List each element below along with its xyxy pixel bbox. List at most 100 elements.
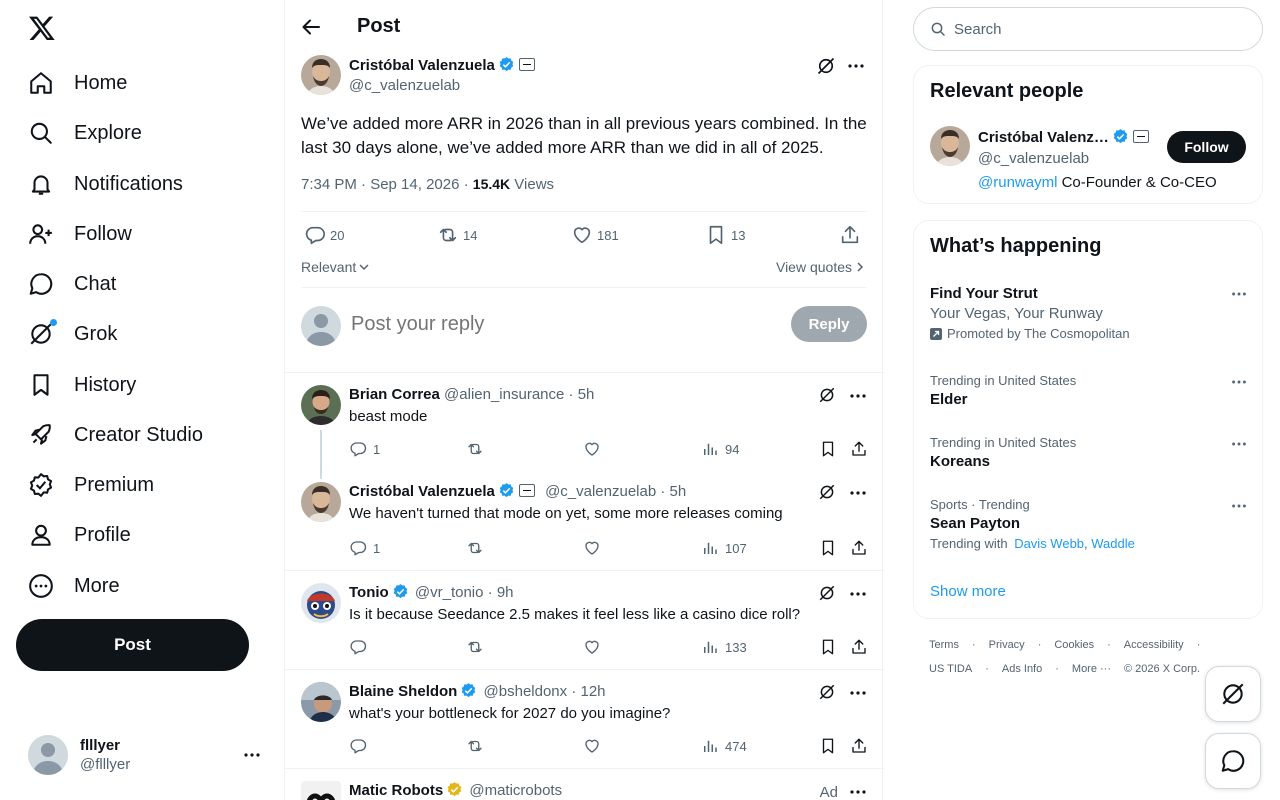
reply-action[interactable] bbox=[349, 638, 373, 656]
reply-action[interactable]: 1 bbox=[349, 440, 380, 458]
trend-item[interactable]: Sports · Trending Sean Payton Trending w… bbox=[930, 497, 1248, 551]
promoted-trend[interactable]: Find Your Strut Your Vegas, Your Runway … bbox=[930, 285, 1248, 341]
view-quotes-link[interactable]: View quotes bbox=[776, 259, 866, 275]
share-action[interactable] bbox=[839, 224, 865, 246]
reply-item[interactable]: Cristóbal Valenzuela @c_valenzuelab · 5h… bbox=[285, 482, 884, 570]
like-action[interactable]: 181 bbox=[571, 224, 619, 246]
reply-author-handle[interactable]: @maticrobots bbox=[469, 782, 562, 799]
reply-time[interactable]: · 9h bbox=[488, 584, 514, 601]
reply-author-handle[interactable]: @bsheldonx bbox=[484, 683, 568, 700]
more-dots-icon[interactable] bbox=[848, 683, 868, 703]
trend-item[interactable]: Trending in United States Elder bbox=[930, 373, 1248, 408]
nav-creator-studio[interactable]: Creator Studio bbox=[28, 415, 203, 455]
search-input[interactable] bbox=[954, 20, 1234, 38]
reply-item[interactable]: Brian Correa @alien_insurance · 5h beast… bbox=[285, 385, 884, 479]
reply-item[interactable]: Blaine Sheldon @bsheldonx · 12h what's y… bbox=[285, 682, 884, 768]
grok-icon[interactable] bbox=[818, 483, 838, 503]
nav-profile[interactable]: Profile bbox=[28, 515, 131, 555]
avatar[interactable] bbox=[301, 385, 341, 425]
share-action[interactable] bbox=[850, 440, 874, 458]
avatar[interactable] bbox=[301, 583, 341, 623]
views-action[interactable]: 133 bbox=[701, 638, 747, 656]
show-more-link[interactable]: Show more bbox=[930, 583, 1006, 600]
bookmark-action[interactable] bbox=[819, 440, 843, 458]
ad-item[interactable]: Matic Robots @maticrobots Ad bbox=[285, 781, 884, 800]
views-action[interactable]: 474 bbox=[701, 737, 747, 755]
reply-time[interactable]: · 12h bbox=[571, 683, 605, 700]
trend-link[interactable]: Waddle bbox=[1091, 536, 1135, 551]
reply-author-name[interactable]: Blaine Sheldon bbox=[349, 683, 457, 700]
views-action[interactable]: 94 bbox=[701, 440, 739, 458]
repost-action[interactable] bbox=[466, 737, 490, 755]
account-switcher[interactable]: flllyer @flllyer bbox=[28, 735, 268, 775]
nav-grok[interactable]: Grok bbox=[28, 314, 117, 354]
reply-item[interactable]: Tonio @vr_tonio · 9h Is it because Seeda… bbox=[285, 583, 884, 669]
reply-sort-dropdown[interactable]: Relevant bbox=[301, 259, 370, 275]
reply-time[interactable]: · 5h bbox=[660, 483, 686, 500]
reply-author-handle[interactable]: @alien_insurance bbox=[444, 386, 564, 403]
person-name[interactable]: Cristóbal Valenz… bbox=[978, 129, 1109, 146]
back-arrow-icon[interactable] bbox=[301, 17, 321, 37]
follow-button[interactable]: Follow bbox=[1167, 131, 1246, 163]
grok-icon[interactable] bbox=[818, 584, 838, 604]
more-dots-icon[interactable] bbox=[848, 782, 868, 800]
like-action[interactable] bbox=[583, 737, 607, 755]
bookmark-action[interactable] bbox=[819, 638, 843, 656]
reply-action[interactable]: 20 bbox=[304, 224, 344, 246]
footer-link[interactable]: Accessibility bbox=[1124, 639, 1184, 651]
more-dots-icon[interactable] bbox=[242, 745, 262, 765]
avatar[interactable] bbox=[301, 482, 341, 522]
more-dots-icon[interactable] bbox=[1230, 497, 1248, 515]
repost-action[interactable] bbox=[466, 440, 490, 458]
reply-author-name[interactable]: Tonio bbox=[349, 584, 389, 601]
share-action[interactable] bbox=[850, 737, 874, 755]
reply-time[interactable]: · 5h bbox=[569, 386, 595, 403]
repost-action[interactable] bbox=[466, 539, 490, 557]
avatar[interactable] bbox=[930, 126, 970, 166]
post-timestamp[interactable]: 7:34 PM · Sep 14, 2026 · bbox=[301, 176, 473, 193]
trend-item[interactable]: Trending in United States Koreans bbox=[930, 435, 1248, 470]
footer-link[interactable]: Terms bbox=[929, 639, 959, 651]
footer-link[interactable]: Ads Info bbox=[1002, 663, 1042, 675]
author-avatar[interactable] bbox=[301, 55, 341, 95]
footer-link[interactable]: Cookies bbox=[1054, 639, 1094, 651]
more-dots-icon[interactable] bbox=[846, 56, 866, 76]
like-action[interactable] bbox=[583, 539, 607, 557]
nav-notifications[interactable]: Notifications bbox=[28, 164, 183, 204]
reply-author-name[interactable]: Brian Correa bbox=[349, 386, 440, 403]
bookmark-action[interactable] bbox=[819, 539, 843, 557]
avatar[interactable] bbox=[301, 781, 341, 800]
footer-link[interactable]: More ··· bbox=[1072, 663, 1111, 675]
reply-author-handle[interactable]: @c_valenzuelab bbox=[545, 483, 656, 500]
x-logo-icon[interactable] bbox=[28, 14, 56, 42]
search-bar[interactable] bbox=[913, 7, 1263, 51]
bookmark-action[interactable]: 13 bbox=[705, 224, 745, 246]
bio-link[interactable]: @runwayml bbox=[978, 174, 1057, 191]
avatar[interactable] bbox=[301, 682, 341, 722]
like-action[interactable] bbox=[583, 638, 607, 656]
like-action[interactable] bbox=[583, 440, 607, 458]
reply-action[interactable] bbox=[349, 737, 373, 755]
reply-author-name[interactable]: Cristóbal Valenzuela bbox=[349, 483, 495, 500]
messages-float-button[interactable] bbox=[1205, 733, 1261, 789]
nav-premium[interactable]: Premium bbox=[28, 465, 154, 505]
nav-more[interactable]: More bbox=[28, 566, 120, 606]
footer-link[interactable]: Privacy bbox=[989, 639, 1025, 651]
repost-action[interactable]: 14 bbox=[437, 224, 477, 246]
more-dots-icon[interactable] bbox=[848, 386, 868, 406]
reply-author-name[interactable]: Matic Robots bbox=[349, 782, 443, 799]
footer-link[interactable]: US TIDA bbox=[929, 663, 972, 675]
more-dots-icon[interactable] bbox=[848, 584, 868, 604]
trend-link[interactable]: Davis Webb bbox=[1014, 536, 1084, 551]
nav-history[interactable]: History bbox=[28, 365, 136, 405]
more-dots-icon[interactable] bbox=[848, 483, 868, 503]
reply-button[interactable]: Reply bbox=[791, 306, 867, 342]
nav-chat[interactable]: Chat bbox=[28, 264, 116, 304]
reply-action[interactable]: 1 bbox=[349, 539, 380, 557]
more-dots-icon[interactable] bbox=[1230, 373, 1248, 391]
nav-home[interactable]: Home bbox=[28, 63, 127, 103]
share-action[interactable] bbox=[850, 638, 874, 656]
share-action[interactable] bbox=[850, 539, 874, 557]
post-button[interactable]: Post bbox=[16, 619, 249, 671]
grok-icon[interactable] bbox=[818, 683, 838, 703]
